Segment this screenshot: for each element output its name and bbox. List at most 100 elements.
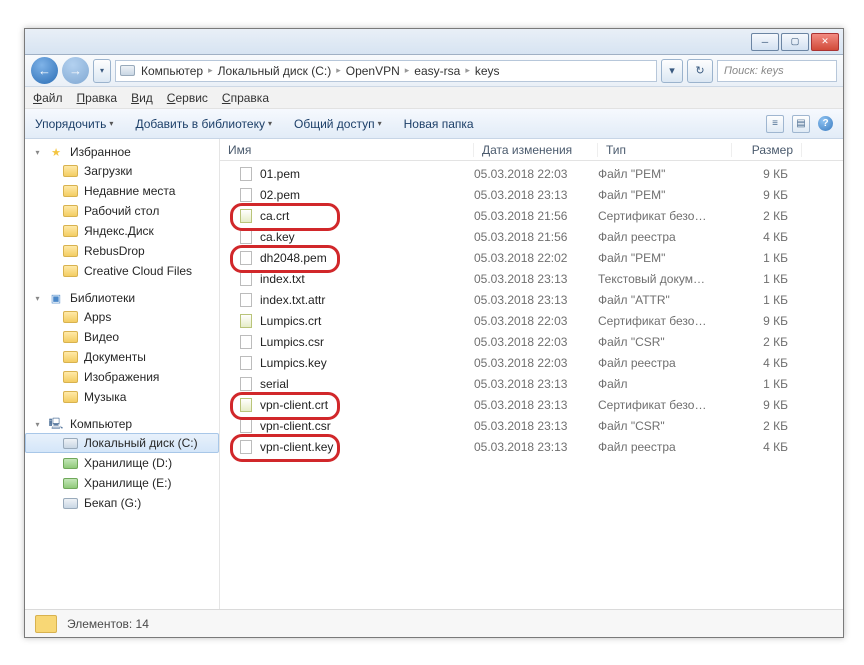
file-date: 05.03.2018 23:13 xyxy=(474,377,598,391)
file-type: Файл реестра xyxy=(598,230,732,244)
sidebar-item-label: Apps xyxy=(84,310,111,324)
file-date: 05.03.2018 23:13 xyxy=(474,440,598,454)
file-row[interactable]: 01.pem05.03.2018 22:03Файл "PEM"9 КБ xyxy=(220,163,843,184)
sidebar-item-fav-0[interactable]: Загрузки xyxy=(25,161,219,181)
file-name: ca.key xyxy=(260,230,295,244)
sidebar-item-comp-2[interactable]: Хранилище (E:) xyxy=(25,473,219,493)
computer-root[interactable]: ▾🖳 Компьютер xyxy=(25,415,219,433)
search-placeholder: Поиск: keys xyxy=(724,65,784,77)
col-type[interactable]: Тип xyxy=(598,143,732,157)
file-name: vpn-client.key xyxy=(260,440,333,454)
file-size: 9 КБ xyxy=(732,314,802,328)
menu-edit[interactable]: Правка xyxy=(77,91,118,105)
sidebar-item-fav-5[interactable]: Creative Cloud Files xyxy=(25,261,219,281)
file-row[interactable]: ca.key05.03.2018 21:56Файл реестра4 КБ xyxy=(220,226,843,247)
col-size[interactable]: Размер xyxy=(732,143,802,157)
file-date: 05.03.2018 23:13 xyxy=(474,293,598,307)
file-row[interactable]: vpn-client.csr05.03.2018 23:13Файл "CSR"… xyxy=(220,415,843,436)
preview-pane-button[interactable]: ▤ xyxy=(792,115,810,133)
view-mode-button[interactable]: ≡ xyxy=(766,115,784,133)
file-type: Файл "PEM" xyxy=(598,251,732,265)
back-button[interactable]: ← xyxy=(31,57,58,84)
crumb[interactable]: easy-rsa xyxy=(414,64,460,78)
file-type: Файл "PEM" xyxy=(598,167,732,181)
sidebar-item-comp-3[interactable]: Бекап (G:) xyxy=(25,493,219,513)
file-date: 05.03.2018 23:13 xyxy=(474,272,598,286)
file-row[interactable]: Lumpics.csr05.03.2018 22:03Файл "CSR"2 К… xyxy=(220,331,843,352)
add-library-button[interactable]: Добавить в библиотеку▾ xyxy=(135,117,272,131)
sidebar-item-fav-4[interactable]: RebusDrop xyxy=(25,241,219,261)
file-date: 05.03.2018 22:03 xyxy=(474,335,598,349)
file-row[interactable]: Lumpics.crt05.03.2018 22:03Сертификат бе… xyxy=(220,310,843,331)
file-date: 05.03.2018 21:56 xyxy=(474,230,598,244)
menubar: Файл Правка Вид Сервис Справка xyxy=(25,87,843,109)
new-folder-button[interactable]: Новая папка xyxy=(404,117,474,131)
menu-tools[interactable]: Сервис xyxy=(167,91,208,105)
refresh-button[interactable]: ↻ xyxy=(687,59,713,83)
libraries-root[interactable]: ▾▣ Библиотеки xyxy=(25,289,219,307)
drive-icon xyxy=(120,65,135,76)
sidebar: ▾★ Избранное Загрузки Недавние места Рабоч… xyxy=(25,139,220,609)
file-row[interactable]: ca.crt05.03.2018 21:56Сертификат безо…2 … xyxy=(220,205,843,226)
explorer-body: ▾★ Избранное Загрузки Недавние места Рабоч… xyxy=(25,139,843,609)
crumb[interactable]: Локальный диск (C:) xyxy=(218,64,332,78)
maximize-button[interactable]: ▢ xyxy=(781,33,809,51)
sidebar-item-lib-1[interactable]: Видео xyxy=(25,327,219,347)
crumb[interactable]: keys xyxy=(475,64,500,78)
file-row[interactable]: dh2048.pem05.03.2018 22:02Файл "PEM"1 КБ xyxy=(220,247,843,268)
navbar: ← → ▾ Компьютер▸ Локальный диск (C:)▸ Op… xyxy=(25,55,843,87)
file-type: Файл xyxy=(598,377,732,391)
sidebar-item-lib-4[interactable]: Музыка xyxy=(25,387,219,407)
organize-button[interactable]: Упорядочить▾ xyxy=(35,117,113,131)
file-row[interactable]: Lumpics.key05.03.2018 22:03Файл реестра4… xyxy=(220,352,843,373)
file-type: Файл "CSR" xyxy=(598,419,732,433)
close-button[interactable]: ✕ xyxy=(811,33,839,51)
folder-icon xyxy=(35,615,57,633)
sidebar-item-label: Загрузки xyxy=(84,164,132,178)
menu-help[interactable]: Справка xyxy=(222,91,269,105)
col-date[interactable]: Дата изменения xyxy=(474,143,598,157)
address-dropdown[interactable]: ▾ xyxy=(661,59,683,83)
file-name: index.txt xyxy=(260,272,305,286)
sidebar-item-lib-3[interactable]: Изображения xyxy=(25,367,219,387)
file-row[interactable]: index.txt.attr05.03.2018 23:13Файл "ATTR… xyxy=(220,289,843,310)
file-size: 2 КБ xyxy=(732,209,802,223)
crumb[interactable]: OpenVPN xyxy=(346,64,400,78)
sidebar-item-fav-2[interactable]: Рабочий стол xyxy=(25,201,219,221)
file-row[interactable]: index.txt05.03.2018 23:13Текстовый докум… xyxy=(220,268,843,289)
file-size: 4 КБ xyxy=(732,356,802,370)
file-name: Lumpics.crt xyxy=(260,314,321,328)
col-name[interactable]: Имя xyxy=(220,143,474,157)
sidebar-item-comp-1[interactable]: Хранилище (D:) xyxy=(25,453,219,473)
search-input[interactable]: Поиск: keys xyxy=(717,60,837,82)
sidebar-item-lib-2[interactable]: Документы xyxy=(25,347,219,367)
sidebar-item-fav-1[interactable]: Недавние места xyxy=(25,181,219,201)
file-name: vpn-client.crt xyxy=(260,398,328,412)
file-row[interactable]: vpn-client.crt05.03.2018 23:13Сертификат… xyxy=(220,394,843,415)
sidebar-item-label: Рабочий стол xyxy=(84,204,159,218)
favorites-root[interactable]: ▾★ Избранное xyxy=(25,143,219,161)
file-row[interactable]: 02.pem05.03.2018 23:13Файл "PEM"9 КБ xyxy=(220,184,843,205)
history-dropdown[interactable]: ▾ xyxy=(93,59,111,83)
minimize-button[interactable]: ─ xyxy=(751,33,779,51)
crumb[interactable]: Компьютер xyxy=(141,64,203,78)
sidebar-item-lib-0[interactable]: Apps xyxy=(25,307,219,327)
titlebar: ─ ▢ ✕ xyxy=(25,29,843,55)
file-row[interactable]: vpn-client.key05.03.2018 23:13Файл реест… xyxy=(220,436,843,457)
sidebar-item-label: Изображения xyxy=(84,370,159,384)
file-row[interactable]: serial05.03.2018 23:13Файл1 КБ xyxy=(220,373,843,394)
menu-file[interactable]: Файл xyxy=(33,91,63,105)
file-date: 05.03.2018 23:13 xyxy=(474,398,598,412)
menu-view[interactable]: Вид xyxy=(131,91,153,105)
address-bar[interactable]: Компьютер▸ Локальный диск (C:)▸ OpenVPN▸… xyxy=(115,60,657,82)
share-button[interactable]: Общий доступ▾ xyxy=(294,117,382,131)
forward-button[interactable]: → xyxy=(62,57,89,84)
sidebar-item-fav-3[interactable]: Яндекс.Диск xyxy=(25,221,219,241)
sidebar-item-label: Хранилище (D:) xyxy=(84,456,172,470)
file-name: serial xyxy=(260,377,289,391)
item-count: Элементов: 14 xyxy=(67,617,149,631)
sidebar-item-comp-0[interactable]: Локальный диск (C:) xyxy=(25,433,219,453)
file-name: Lumpics.key xyxy=(260,356,327,370)
file-type: Файл "CSR" xyxy=(598,335,732,349)
help-icon[interactable]: ? xyxy=(818,116,833,131)
